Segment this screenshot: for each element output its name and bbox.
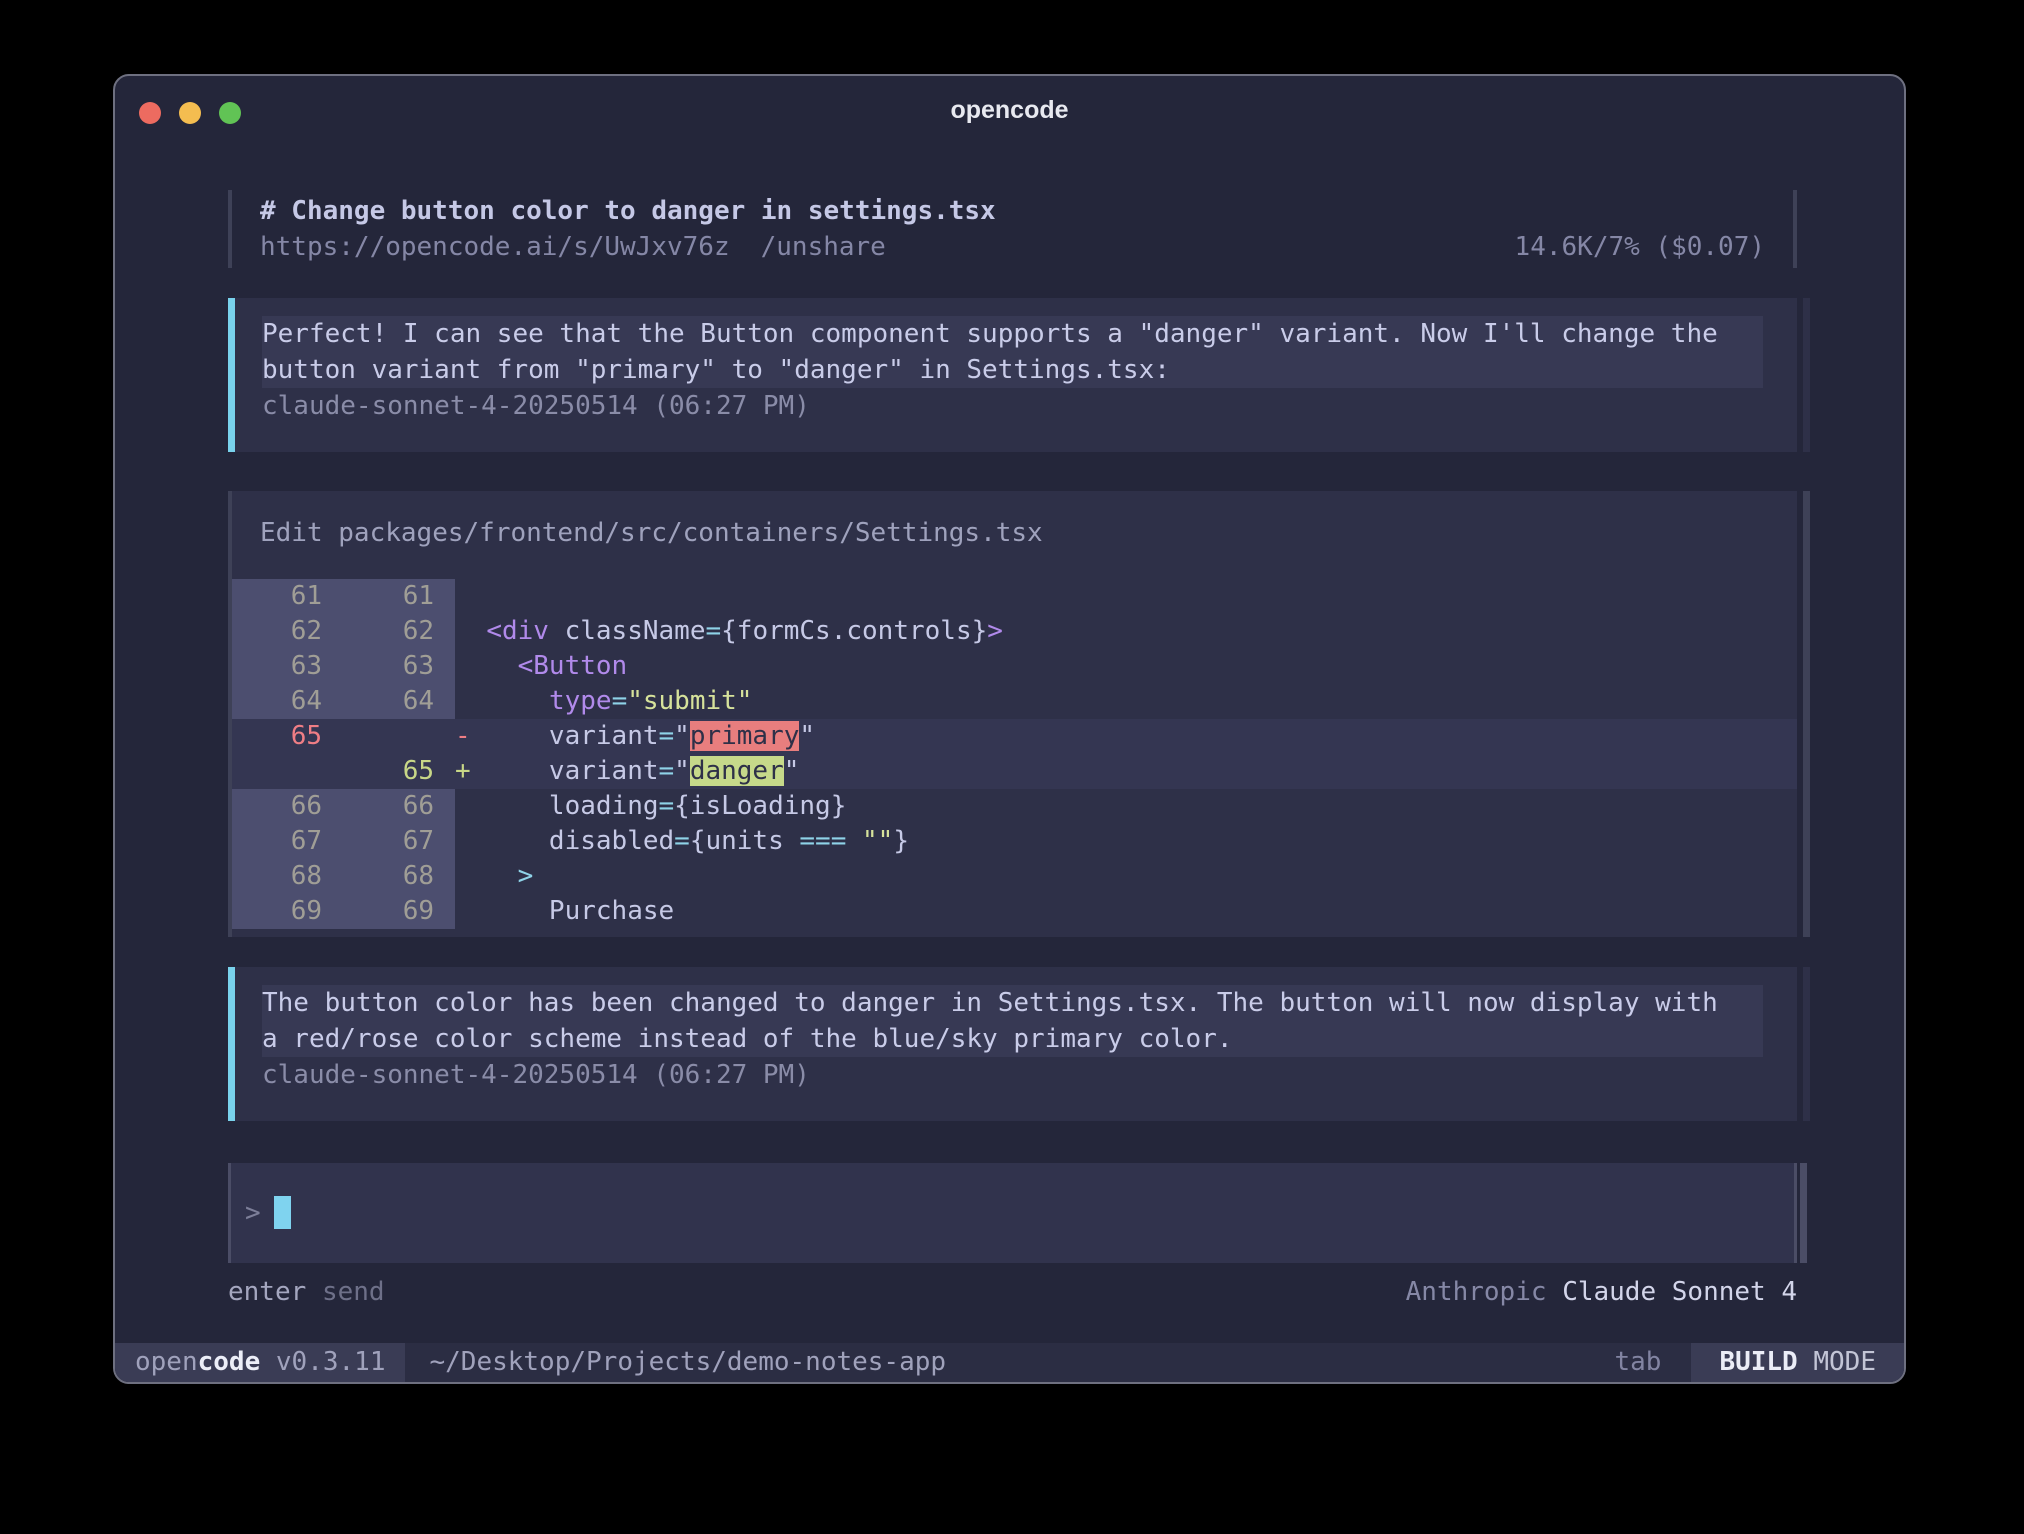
diff-new-line-number: 66 bbox=[344, 789, 455, 824]
diff-old-line-number bbox=[232, 754, 344, 789]
diff-new-line-number: 62 bbox=[344, 614, 455, 649]
enter-key-hint: enter bbox=[228, 1277, 306, 1307]
prompt-symbol: > bbox=[245, 1196, 261, 1230]
diff-old-line-number: 61 bbox=[232, 579, 344, 614]
diff-row: 6666 loading={isLoading} bbox=[232, 789, 1797, 824]
provider-name: Anthropic bbox=[1406, 1277, 1547, 1307]
diff-code-line: <Button bbox=[455, 649, 627, 684]
session-subheader: https://opencode.ai/s/UwJxv76z /unshare … bbox=[260, 229, 1765, 265]
diff-old-line-number: 62 bbox=[232, 614, 344, 649]
model-name: Claude Sonnet 4 bbox=[1562, 1277, 1797, 1307]
text-cursor bbox=[274, 1196, 291, 1229]
diff-old-line-number: 69 bbox=[232, 894, 344, 929]
diff-old-line-number: 65 bbox=[232, 719, 344, 754]
diff-row: 6262 <div className={formCs.controls}> bbox=[232, 614, 1797, 649]
tab-key-hint[interactable]: tab bbox=[1614, 1343, 1661, 1382]
app-name-code: code bbox=[198, 1343, 261, 1382]
diff-row: 6464 type="submit" bbox=[232, 684, 1797, 719]
mode-label: MODE bbox=[1798, 1343, 1876, 1382]
app-version-segment: opencode v0.3.11 bbox=[115, 1343, 405, 1382]
model-indicator: Anthropic Claude Sonnet 4 bbox=[1406, 1275, 1797, 1309]
titlebar: opencode bbox=[115, 76, 1904, 190]
diff-view: 6161 6262 <div className={formCs.control… bbox=[232, 579, 1797, 929]
prompt-input[interactable]: > bbox=[228, 1163, 1797, 1263]
diff-new-line-number bbox=[344, 719, 455, 754]
assistant-message: The button color has been changed to dan… bbox=[228, 967, 1797, 1121]
diff-new-line-number: 61 bbox=[344, 579, 455, 614]
status-spacer bbox=[946, 1343, 1614, 1382]
status-bar: opencode v0.3.11 ~/Desktop/Projects/demo… bbox=[115, 1343, 1904, 1382]
mode-indicator: BUILD MODE bbox=[1691, 1343, 1904, 1382]
diff-old-line-number: 64 bbox=[232, 684, 344, 719]
diff-old-line-number: 67 bbox=[232, 824, 344, 859]
diff-row: 6363 <Button bbox=[232, 649, 1797, 684]
diff-row: 6161 bbox=[232, 579, 1797, 614]
assistant-message: Perfect! I can see that the Button compo… bbox=[228, 298, 1797, 452]
diff-row: 65 - variant="primary" bbox=[232, 719, 1797, 754]
diff-new-line-number: 68 bbox=[344, 859, 455, 894]
message-text-line: Perfect! I can see that the Button compo… bbox=[262, 316, 1763, 352]
window-title: opencode bbox=[115, 96, 1904, 125]
diff-old-line-number: 63 bbox=[232, 649, 344, 684]
diff-code-line: + variant="danger" bbox=[455, 754, 799, 789]
edit-tool-block: Edit packages/frontend/src/containers/Se… bbox=[228, 491, 1797, 937]
diff-new-line-number: 67 bbox=[344, 824, 455, 859]
diff-new-line-number: 64 bbox=[344, 684, 455, 719]
edit-tool-header: Edit packages/frontend/src/containers/Se… bbox=[232, 515, 1797, 551]
working-directory: ~/Desktop/Projects/demo-notes-app bbox=[429, 1343, 946, 1382]
token-usage: 14.6K/7% ($0.07) bbox=[1515, 229, 1765, 265]
diff-new-line-number: 63 bbox=[344, 649, 455, 684]
message-text-line: a red/rose color scheme instead of the b… bbox=[262, 1021, 1763, 1057]
app-version-number: v0.3.11 bbox=[276, 1343, 386, 1382]
diff-new-line-number: 65 bbox=[344, 754, 455, 789]
diff-code-line: loading={isLoading} bbox=[455, 789, 846, 824]
app-version bbox=[260, 1343, 276, 1382]
unshare-command[interactable]: /unshare bbox=[761, 229, 886, 265]
session-header: # Change button color to danger in setti… bbox=[228, 190, 1797, 268]
message-model-timestamp: claude-sonnet-4-20250514 (06:27 PM) bbox=[262, 388, 1763, 424]
diff-code-line: disabled={units === ""} bbox=[455, 824, 909, 859]
share-url[interactable]: https://opencode.ai/s/UwJxv76z bbox=[260, 229, 730, 265]
message-text-line: button variant from "primary" to "danger… bbox=[262, 352, 1763, 388]
message-text-line: The button color has been changed to dan… bbox=[262, 985, 1763, 1021]
diff-code-line: Purchase bbox=[455, 894, 674, 929]
tool-name: Edit bbox=[260, 518, 323, 548]
diff-code-line: > bbox=[455, 859, 533, 894]
diff-new-line-number: 69 bbox=[344, 894, 455, 929]
diff-row: 65+ variant="danger" bbox=[232, 754, 1797, 789]
hints-row: enter send Anthropic Claude Sonnet 4 bbox=[228, 1275, 1797, 1309]
diff-old-line-number: 66 bbox=[232, 789, 344, 824]
diff-code-line: type="submit" bbox=[455, 684, 752, 719]
message-model-timestamp: claude-sonnet-4-20250514 (06:27 PM) bbox=[262, 1057, 1763, 1093]
diff-old-line-number: 68 bbox=[232, 859, 344, 894]
diff-code-line bbox=[455, 579, 486, 614]
mode-name: BUILD bbox=[1719, 1343, 1797, 1382]
opencode-window: opencode # Change button color to danger… bbox=[113, 74, 1906, 1384]
tool-file-path: packages/frontend/src/containers/Setting… bbox=[338, 518, 1042, 548]
diff-row: 6868 > bbox=[232, 859, 1797, 894]
chat-content: # Change button color to danger in setti… bbox=[228, 190, 1797, 1309]
diff-code-line: - variant="primary" bbox=[455, 719, 815, 754]
diff-code-line: <div className={formCs.controls}> bbox=[455, 614, 1003, 649]
send-action-hint: send bbox=[322, 1277, 385, 1307]
send-hint: enter send bbox=[228, 1275, 385, 1309]
app-name-open: open bbox=[135, 1343, 198, 1382]
diff-row: 6969 Purchase bbox=[232, 894, 1797, 929]
session-title: # Change button color to danger in setti… bbox=[260, 193, 1765, 229]
diff-row: 6767 disabled={units === ""} bbox=[232, 824, 1797, 859]
